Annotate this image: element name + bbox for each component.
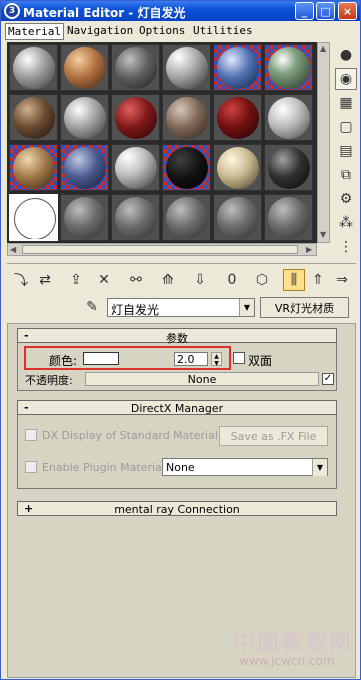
sample-slot[interactable] <box>9 94 58 141</box>
sample-slot[interactable] <box>111 94 160 141</box>
app-logo-icon: 3 <box>4 3 20 19</box>
sample-slot[interactable] <box>264 44 313 91</box>
put-to-scene-icon[interactable]: ⇄ <box>34 269 56 291</box>
chevron-down-icon[interactable]: ▼ <box>239 299 254 316</box>
menu-material[interactable]: Material <box>5 23 64 40</box>
sample-slot[interactable] <box>111 44 160 91</box>
plugin-select-value: None <box>166 461 195 474</box>
chevron-down-icon[interactable]: ▼ <box>312 459 327 476</box>
scroll-down-icon[interactable]: ▼ <box>320 230 326 239</box>
reset-map-icon[interactable]: ✕ <box>93 269 115 291</box>
sample-slot[interactable] <box>9 144 58 191</box>
slots-horizontal-scrollbar[interactable]: ◀ ▶ <box>7 243 317 256</box>
site-watermark-text: 中国教程网 <box>233 631 354 656</box>
menu-bar: Material Navigation Options Utilities <box>1 21 360 40</box>
mental-ray-rollout-title: mental ray Connection <box>114 503 240 516</box>
sample-slot[interactable] <box>264 144 313 191</box>
sample-slot[interactable] <box>162 194 211 241</box>
params-rollout-header[interactable]: - 参数 <box>17 328 337 345</box>
slots-vertical-scrollbar[interactable]: ▲ ▼ <box>317 42 330 243</box>
mental-ray-rollout-header[interactable]: + mental ray Connection <box>17 501 337 516</box>
save-as-fx-button[interactable]: Save as .FX File <box>219 426 328 446</box>
pick-material-eyedropper-icon[interactable]: ✎ <box>83 298 101 316</box>
opacity-map-button[interactable]: None <box>85 372 319 386</box>
scroll-left-icon[interactable]: ◀ <box>10 245 16 254</box>
go-forward-to-sibling-icon[interactable]: ⇒ <box>331 269 353 291</box>
sample-slots-grid <box>7 42 317 243</box>
two-sided-checkbox[interactable] <box>233 352 245 364</box>
sample-slot[interactable] <box>9 44 58 91</box>
menu-options[interactable]: Options <box>137 23 187 38</box>
opacity-label: 不透明度: <box>25 374 73 387</box>
make-copy-icon[interactable]: ⚯ <box>125 269 147 291</box>
put-to-library-icon[interactable]: ⇩ <box>189 269 211 291</box>
material-map-navigator-icon[interactable]: ⋮ <box>335 236 357 258</box>
material-editor-window: 3 Material Editor - 灯自发光 _ □ × Material … <box>0 0 361 680</box>
scroll-right-icon[interactable]: ▶ <box>306 245 312 254</box>
make-preview-icon[interactable]: ⧉ <box>335 164 357 186</box>
dx-display-label: DX Display of Standard Material <box>42 429 218 442</box>
scroll-thumb[interactable] <box>22 245 298 254</box>
sample-uv-tiling-icon[interactable]: ▢ <box>335 116 357 138</box>
sample-slot[interactable] <box>111 144 160 191</box>
sample-slot[interactable] <box>213 144 262 191</box>
sample-slot[interactable] <box>60 144 109 191</box>
options-icon[interactable]: ⚙ <box>335 188 357 210</box>
directx-rollout-title: DirectX Manager <box>130 402 224 415</box>
minimize-button[interactable]: _ <box>295 2 314 20</box>
sample-slot[interactable] <box>213 44 262 91</box>
menu-navigation[interactable]: Navigation <box>65 23 135 38</box>
sample-slot[interactable] <box>111 194 160 241</box>
title-bar: 3 Material Editor - 灯自发光 _ □ × <box>1 1 360 21</box>
show-end-result-icon[interactable]: ⫼ <box>283 269 305 291</box>
sample-type-sphere-icon[interactable]: ● <box>335 44 357 66</box>
sample-slot[interactable] <box>264 194 313 241</box>
maximize-button[interactable]: □ <box>316 2 335 20</box>
show-map-in-viewport-icon[interactable]: ⬡ <box>251 269 273 291</box>
background-checker-icon[interactable]: ▦ <box>335 92 357 114</box>
plugin-material-select[interactable]: None ▼ <box>162 458 328 476</box>
material-effects-channel-icon[interactable]: 0 <box>221 269 243 291</box>
two-sided-label: 双面 <box>248 354 273 368</box>
go-to-parent-icon[interactable]: ⇑ <box>307 269 329 291</box>
highlight-annotation-box <box>24 346 231 370</box>
sample-slot[interactable] <box>162 94 211 141</box>
sample-slot[interactable] <box>264 94 313 141</box>
video-color-check-icon[interactable]: ▤ <box>335 140 357 162</box>
directx-rollout-header[interactable]: - DirectX Manager <box>17 400 337 415</box>
window-title: Material Editor - 灯自发光 <box>23 6 186 20</box>
site-watermark-url: www.jcwcn.com <box>239 654 335 668</box>
opacity-map-checkbox[interactable]: ✓ <box>322 373 334 385</box>
sample-slot[interactable] <box>213 94 262 141</box>
sample-slot[interactable] <box>60 94 109 141</box>
dx-display-checkbox[interactable] <box>25 429 37 441</box>
enable-plugin-checkbox[interactable] <box>25 461 37 473</box>
material-name-field[interactable]: 灯自发光 ▼ <box>107 298 255 317</box>
sample-slot[interactable] <box>213 194 262 241</box>
material-type-button[interactable]: VR灯光材质 <box>260 297 349 318</box>
sample-slot[interactable] <box>60 194 109 241</box>
sample-slot[interactable] <box>162 44 211 91</box>
toolbar-divider <box>7 263 356 264</box>
close-button[interactable]: × <box>338 2 357 20</box>
material-name-value: 灯自发光 <box>111 303 160 317</box>
scroll-up-icon[interactable]: ▲ <box>320 44 326 53</box>
sample-slot[interactable] <box>162 144 211 191</box>
sample-slot-selected[interactable] <box>9 194 58 241</box>
assign-to-selection-icon[interactable]: ⇪ <box>65 269 87 291</box>
menu-utilities[interactable]: Utilities <box>191 23 255 38</box>
get-material-icon[interactable]: ⤵ <box>10 269 32 291</box>
select-by-material-icon[interactable]: ⁂ <box>335 212 357 234</box>
sample-slot[interactable] <box>60 44 109 91</box>
make-unique-icon[interactable]: ⟰ <box>157 269 179 291</box>
backlight-icon[interactable]: ◉ <box>335 68 357 90</box>
enable-plugin-label: Enable Plugin Material <box>42 461 165 474</box>
